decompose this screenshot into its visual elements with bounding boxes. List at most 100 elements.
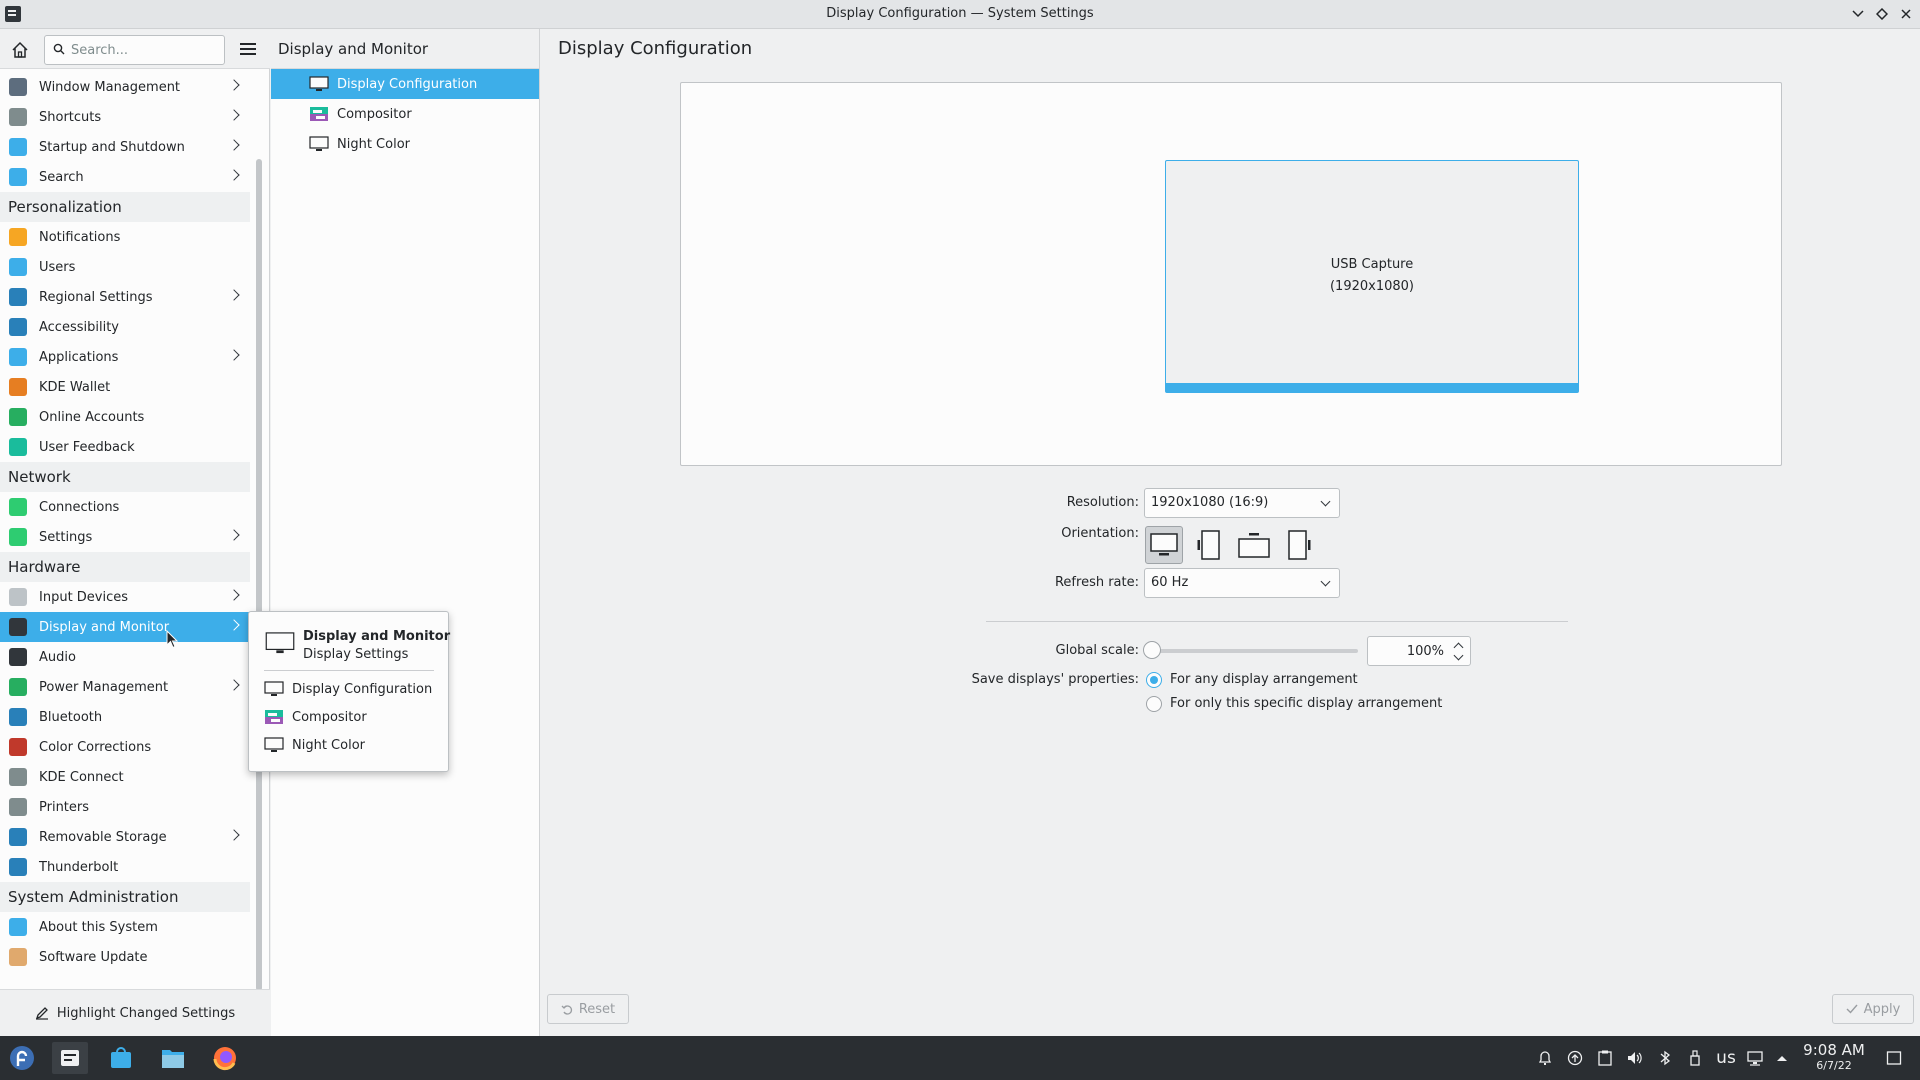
minimize-button[interactable]	[1848, 4, 1868, 24]
bluetooth-tray-icon[interactable]	[1657, 1050, 1673, 1066]
sidebar-item-removable-storage[interactable]: Removable Storage	[0, 822, 250, 852]
sidebar-item-thunderbolt[interactable]: Thunderbolt	[0, 852, 250, 882]
refresh-rate-select[interactable]: 60 Hz	[1144, 568, 1340, 598]
system-settings-icon	[61, 1050, 79, 1066]
volume-tray-icon[interactable]	[1627, 1050, 1643, 1066]
search-box[interactable]	[44, 35, 225, 65]
orientation-inverted-button[interactable]	[1235, 526, 1273, 564]
sidebar-item-printers[interactable]: Printers	[0, 792, 250, 822]
search-icon	[53, 43, 65, 55]
sidebar-item-input-devices[interactable]: Input Devices	[0, 582, 250, 612]
show-desktop-button[interactable]	[1886, 1050, 1902, 1066]
sidebar-item-online-accounts[interactable]: Online Accounts	[0, 402, 250, 432]
task-file-manager[interactable]	[157, 1042, 189, 1074]
close-icon	[1901, 9, 1911, 19]
task-firefox[interactable]	[209, 1042, 241, 1074]
popup-item-display-configuration[interactable]: Display Configuration	[264, 678, 432, 700]
undo-icon	[561, 1005, 572, 1015]
monitor-name: USB Capture	[1330, 257, 1414, 272]
search-icon	[9, 168, 27, 186]
subpanel-title: Display and Monitor	[271, 29, 539, 69]
subpanel-item-compositor[interactable]: Compositor	[271, 99, 539, 129]
radio-specific-arrangement[interactable]	[1146, 696, 1162, 712]
sidebar-item-audio[interactable]: Audio	[0, 642, 250, 672]
thunderbolt-icon	[9, 858, 27, 876]
orientation-landscape-button[interactable]	[1145, 526, 1183, 564]
apply-button[interactable]: Apply	[1832, 994, 1914, 1024]
sidebar-item-label: Removable Storage	[39, 829, 167, 845]
keyboard-layout-indicator[interactable]: us	[1714, 1048, 1738, 1068]
popup-item-compositor[interactable]: Compositor	[264, 706, 367, 728]
radio-any-arrangement[interactable]	[1146, 672, 1162, 688]
sidebar-item-bluetooth[interactable]: Bluetooth	[0, 702, 250, 732]
landscape-monitor-icon	[1150, 533, 1178, 556]
sidebar-item-kde-connect[interactable]: KDE Connect	[0, 762, 250, 792]
sidebar-item-regional-settings[interactable]: Regional Settings	[0, 282, 250, 312]
task-discover[interactable]	[105, 1042, 137, 1074]
popup-item-label: Display Configuration	[292, 681, 433, 697]
chevron-down-icon[interactable]	[1453, 650, 1464, 661]
usb-tray-icon[interactable]	[1687, 1050, 1703, 1066]
sidebar-item-window-management[interactable]: Window Management	[0, 72, 250, 102]
subpanel-item-night-color[interactable]: Night Color	[271, 129, 539, 159]
orientation-portrait-right-button[interactable]	[1280, 526, 1318, 564]
sidebar-item-accessibility[interactable]: Accessibility	[0, 312, 250, 342]
sidebar-scrollbar[interactable]	[256, 159, 262, 991]
portrait-left-monitor-icon	[1197, 530, 1220, 560]
popup-item-night-color[interactable]: Night Color	[264, 734, 365, 756]
tray-expand-button[interactable]	[1774, 1050, 1790, 1066]
sidebar-category-hardware: Hardware	[0, 552, 250, 582]
chevron-right-icon	[228, 589, 240, 601]
global-scale-track[interactable]	[1146, 649, 1358, 653]
sidebar-item-label: Regional Settings	[39, 289, 153, 305]
page-title: Display Configuration	[558, 38, 753, 59]
sidebar-item-applications[interactable]: Applications	[0, 342, 250, 372]
hamburger-menu-button[interactable]	[240, 43, 256, 56]
sidebar-item-settings[interactable]: Settings	[0, 522, 250, 552]
task-system-settings[interactable]	[52, 1042, 88, 1074]
wallet-icon	[9, 378, 27, 396]
sidebar-item-power-management[interactable]: Power Management	[0, 672, 250, 702]
close-button[interactable]	[1896, 4, 1916, 24]
maximize-button[interactable]	[1872, 4, 1892, 24]
global-scale-slider-handle[interactable]	[1143, 641, 1161, 659]
sidebar-item-user-feedback[interactable]: User Feedback	[0, 432, 250, 462]
sidebar-item-notifications[interactable]: Notifications	[0, 222, 250, 252]
clipboard-tray-icon[interactable]	[1597, 1050, 1613, 1066]
monitor-output[interactable]: USB Capture (1920x1080)	[1165, 160, 1579, 393]
sidebar-item-search[interactable]: Search	[0, 162, 250, 192]
updates-tray-icon[interactable]	[1567, 1050, 1583, 1066]
sidebar-item-startup-and-shutdown[interactable]: Startup and Shutdown	[0, 132, 250, 162]
network-tray-icon[interactable]	[1747, 1050, 1763, 1066]
sidebar-item-users[interactable]: Users	[0, 252, 250, 282]
sidebar-item-display-and-monitor[interactable]: Display and Monitor	[0, 612, 250, 642]
sidebar-item-label: Search	[39, 169, 84, 185]
printer-icon	[9, 798, 27, 816]
global-scale-spinbox[interactable]: 100%	[1367, 636, 1471, 666]
highlight-changed-settings-button[interactable]: Highlight Changed Settings	[0, 989, 270, 1036]
sidebar-item-shortcuts[interactable]: Shortcuts	[0, 102, 250, 132]
digital-clock[interactable]: 9:08 AM 6/7/22	[1790, 1041, 1878, 1072]
sidebar-item-kde-wallet[interactable]: KDE Wallet	[0, 372, 250, 402]
sidebar-item-software-update[interactable]: Software Update	[0, 942, 250, 972]
subpanel-item-label: Night Color	[337, 136, 410, 152]
sidebar-item-label: Software Update	[39, 949, 148, 965]
resolution-select[interactable]: 1920x1080 (16:9)	[1144, 488, 1340, 518]
sidebar-item-connections[interactable]: Connections	[0, 492, 250, 522]
clock-date: 6/7/22	[1816, 1059, 1852, 1072]
home-icon[interactable]	[11, 41, 29, 59]
sidebar-item-color-corrections[interactable]: Color Corrections	[0, 732, 250, 762]
notifications-tray-icon[interactable]	[1537, 1050, 1553, 1066]
sidebar-toolbar	[0, 29, 270, 69]
subpanel-item-display-configuration[interactable]: Display Configuration	[271, 69, 539, 99]
firefox-icon	[213, 1047, 236, 1071]
chevron-right-icon	[228, 169, 240, 181]
subcategory-popup: Display and Monitor Display Settings Dis…	[248, 611, 450, 772]
sidebar-item-label: KDE Connect	[39, 769, 124, 785]
search-input[interactable]	[71, 41, 221, 59]
application-launcher[interactable]	[6, 1042, 38, 1074]
reset-button[interactable]: Reset	[547, 994, 629, 1024]
orientation-portrait-left-button[interactable]	[1190, 526, 1228, 564]
inverted-monitor-icon	[1238, 533, 1270, 558]
sidebar-item-about-this-system[interactable]: About this System	[0, 912, 250, 942]
